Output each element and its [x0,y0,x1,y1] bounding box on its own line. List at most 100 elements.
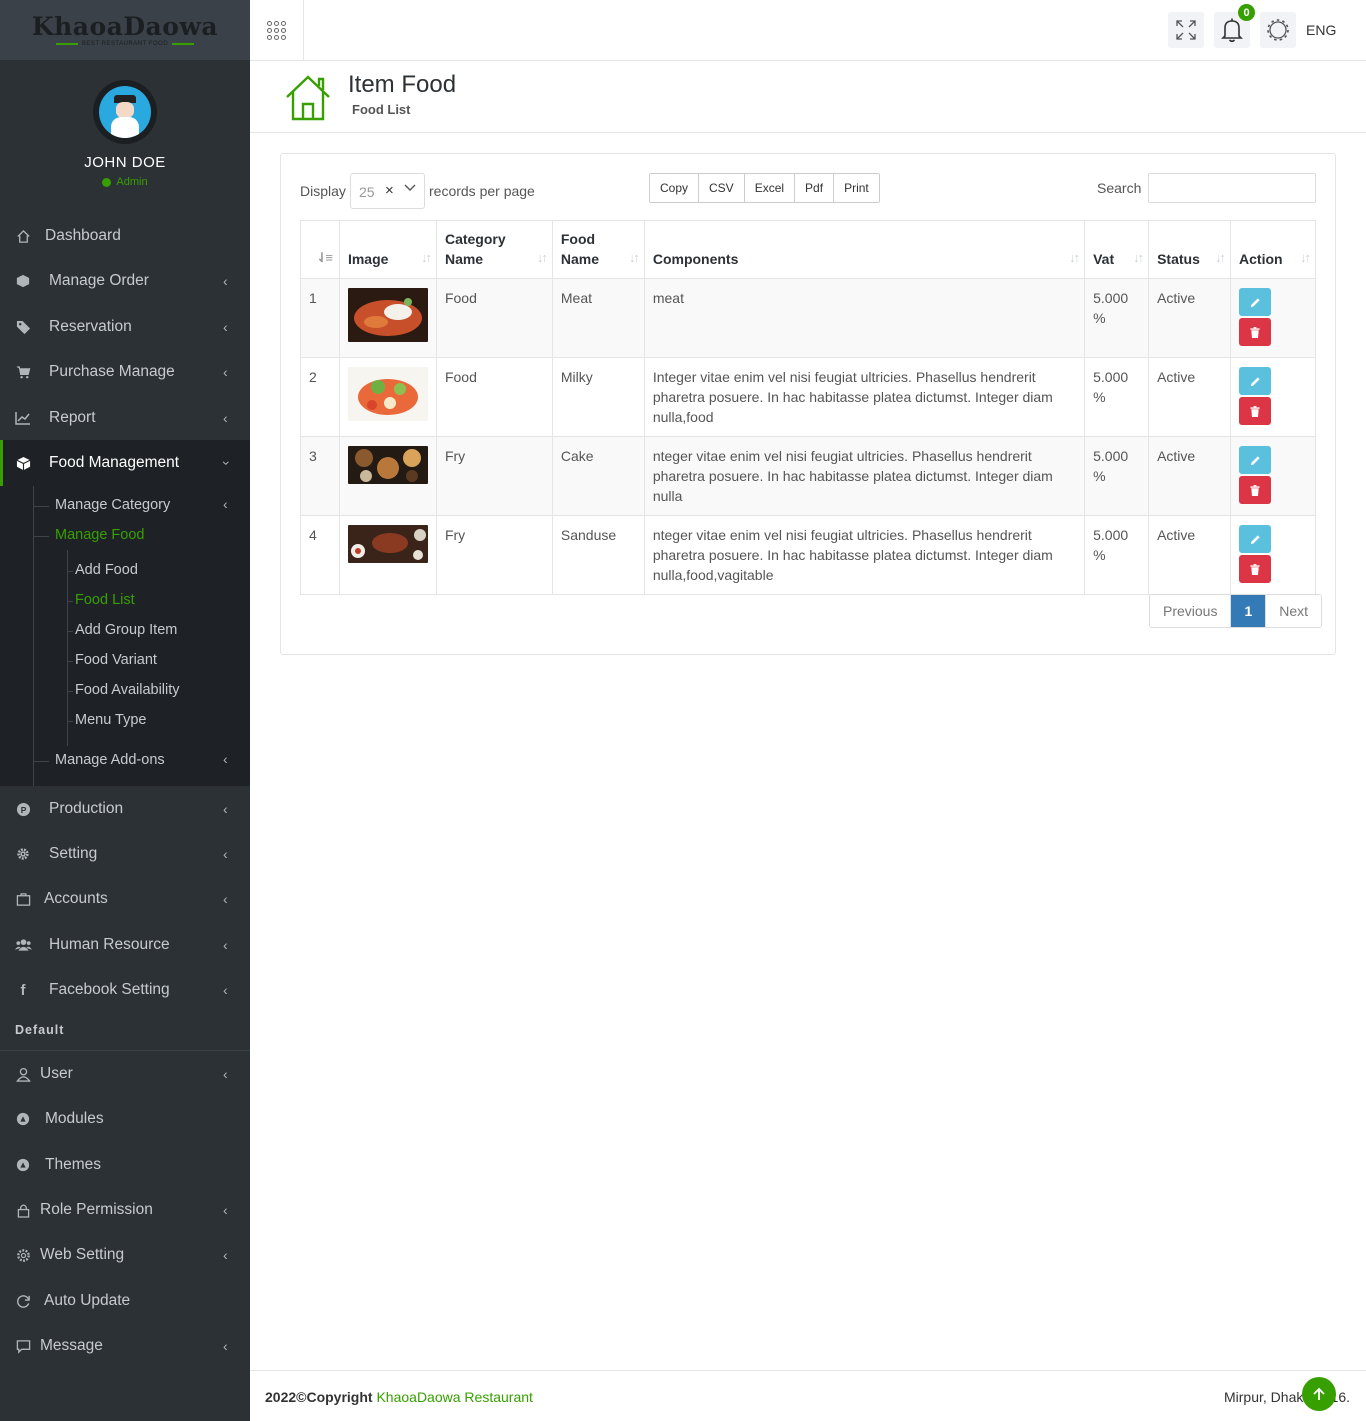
copy-button[interactable]: Copy [650,174,700,202]
column-header-category[interactable]: Category Name ↓↑ [435,220,553,279]
edit-button[interactable] [1239,525,1272,553]
column-header-components[interactable]: Components ↓↑ [643,220,1086,279]
sort-asc-icon: ⇃≡ [316,250,333,265]
sidebar-item-auto-update[interactable]: Auto Update [0,1282,250,1320]
sidebar-item-facebook-setting[interactable]: f Facebook Setting ‹ [0,971,250,1009]
fullscreen-button[interactable] [1168,12,1204,48]
food-name-cell: Sanduse [551,515,645,595]
previous-page-button[interactable]: Previous [1150,595,1231,627]
edit-button[interactable] [1239,288,1272,316]
sidebar-item-dashboard[interactable]: Dashboard [0,217,250,255]
csv-button[interactable]: CSV [699,174,745,202]
delete-button[interactable] [1239,397,1272,425]
delete-button[interactable] [1239,555,1272,583]
submenu-food-variant[interactable]: Food Variant [75,652,157,668]
table-row: 2 Food Milky Integer vitae enim vel nisi… [300,357,1316,437]
cart-icon [14,363,32,381]
sidebar-item-production[interactable]: P Production ‹ [0,790,250,828]
column-header-action[interactable]: Action ↓↑ [1230,220,1316,279]
food-image-cell [338,515,437,595]
trash-icon [1250,563,1260,575]
sidebar-item-setting[interactable]: Setting ‹ [0,835,250,873]
trash-icon [1250,405,1260,417]
category-cell: Fry [435,515,553,595]
sidebar-item-web-setting[interactable]: Web Setting ‹ [0,1236,250,1274]
sidebar-item-label: Dashboard [45,227,121,244]
column-header-number[interactable]: ⇃≡ [300,220,340,279]
brand-tagline: BEST RESTAURANT FOOD [81,40,169,47]
back-to-top-button[interactable] [1302,1377,1336,1411]
sidebar-item-label: Food Management [49,454,180,471]
sidebar-item-modules[interactable]: Modules [0,1100,250,1138]
food-name-cell: Meat [551,278,645,358]
sidebar-item-report[interactable]: Report ‹ [0,399,250,437]
language-selector[interactable]: ENG [1306,22,1336,38]
sidebar-item-role-permission[interactable]: Role Permission ‹ [0,1191,250,1229]
submenu-menu-type[interactable]: Menu Type [75,712,146,728]
clear-icon[interactable]: × [385,182,394,199]
delete-button[interactable] [1239,476,1272,504]
sort-icon: ↓↑ [1215,250,1226,265]
submenu-add-food[interactable]: Add Food [75,562,138,578]
restaurant-link[interactable]: KhaoaDaowa Restaurant [376,1389,532,1405]
export-buttons: Copy CSV Excel Pdf Print [649,173,880,203]
chevron-left-icon: ‹ [223,273,228,289]
column-header-status[interactable]: Status ↓↑ [1148,220,1232,279]
edit-button[interactable] [1239,367,1272,395]
chevron-left-icon: ‹ [223,1066,228,1082]
vat-cell: 5.000 % [1084,515,1150,595]
sidebar-item-message[interactable]: Message ‹ [0,1327,250,1365]
next-page-button[interactable]: Next [1265,595,1322,627]
apps-grid-button[interactable] [250,0,304,60]
food-name-cell: Cake [551,436,645,516]
sidebar-item-label: User [40,1065,73,1082]
food-image[interactable] [347,446,428,484]
print-button[interactable]: Print [834,174,879,202]
submenu-manage-addons[interactable]: Manage Add-ons [55,752,165,768]
excel-button[interactable]: Excel [744,174,796,202]
chevron-left-icon: ‹ [223,1247,228,1263]
column-header-vat[interactable]: Vat ↓↑ [1084,220,1150,279]
sidebar-item-reservation[interactable]: Reservation ‹ [0,308,250,346]
search-input[interactable] [1148,173,1316,203]
logo[interactable]: KhaoaDaowa BEST RESTAURANT FOOD [0,0,250,60]
bell-icon [1221,18,1243,43]
table-row: 4 Fry Sanduse nteger vitae enim vel nisi… [300,515,1316,595]
chevron-left-icon: ‹ [223,751,228,767]
sort-icon: ↓↑ [1069,250,1080,265]
column-header-food-name[interactable]: Food Name ↓↑ [551,220,645,279]
row-number: 3 [300,436,340,516]
sidebar-item-human-resource[interactable]: Human Resource ‹ [0,926,250,964]
settings-button[interactable] [1260,12,1296,48]
chevron-left-icon: ‹ [223,410,228,426]
avatar[interactable] [93,80,157,144]
modules-icon [14,1110,32,1128]
sidebar-item-themes[interactable]: Themes [0,1146,250,1184]
page-1-button[interactable]: 1 [1230,595,1266,627]
column-header-image[interactable]: Image ↓↑ [338,220,437,279]
submenu-manage-food[interactable]: Manage Food [55,527,144,543]
sidebar-item-food-management[interactable]: Food Management ‹ [0,440,250,486]
sidebar-item-user[interactable]: User ‹ [0,1055,250,1093]
delete-button[interactable] [1239,318,1272,346]
sidebar-item-label: Production [49,800,124,817]
submenu-food-availability[interactable]: Food Availability [75,682,180,698]
per-page-select[interactable]: 25 × [350,173,425,209]
user-role-label: Admin [116,176,148,188]
food-image[interactable] [347,288,428,342]
copyright: 2022©Copyright KhaoaDaowa Restaurant [265,1389,533,1405]
table-row: 1 Food Meat meat 5.000 % Active [300,278,1316,358]
sidebar-item-purchase-manage[interactable]: Purchase Manage ‹ [0,353,250,391]
submenu-food-list[interactable]: Food List [75,592,135,608]
sort-icon: ↓↑ [628,250,640,265]
sidebar-item-manage-order[interactable]: Manage Order ‹ [0,262,250,300]
sidebar-item-accounts[interactable]: Accounts ‹ [0,880,250,918]
pdf-button[interactable]: Pdf [795,174,835,202]
food-image[interactable] [347,367,428,421]
edit-button[interactable] [1239,446,1272,474]
submenu-add-group-item[interactable]: Add Group Item [75,622,177,638]
page-title: Item Food [348,71,457,98]
food-image[interactable] [347,525,428,563]
action-cell [1230,357,1316,437]
submenu-manage-category[interactable]: Manage Category [55,497,170,513]
